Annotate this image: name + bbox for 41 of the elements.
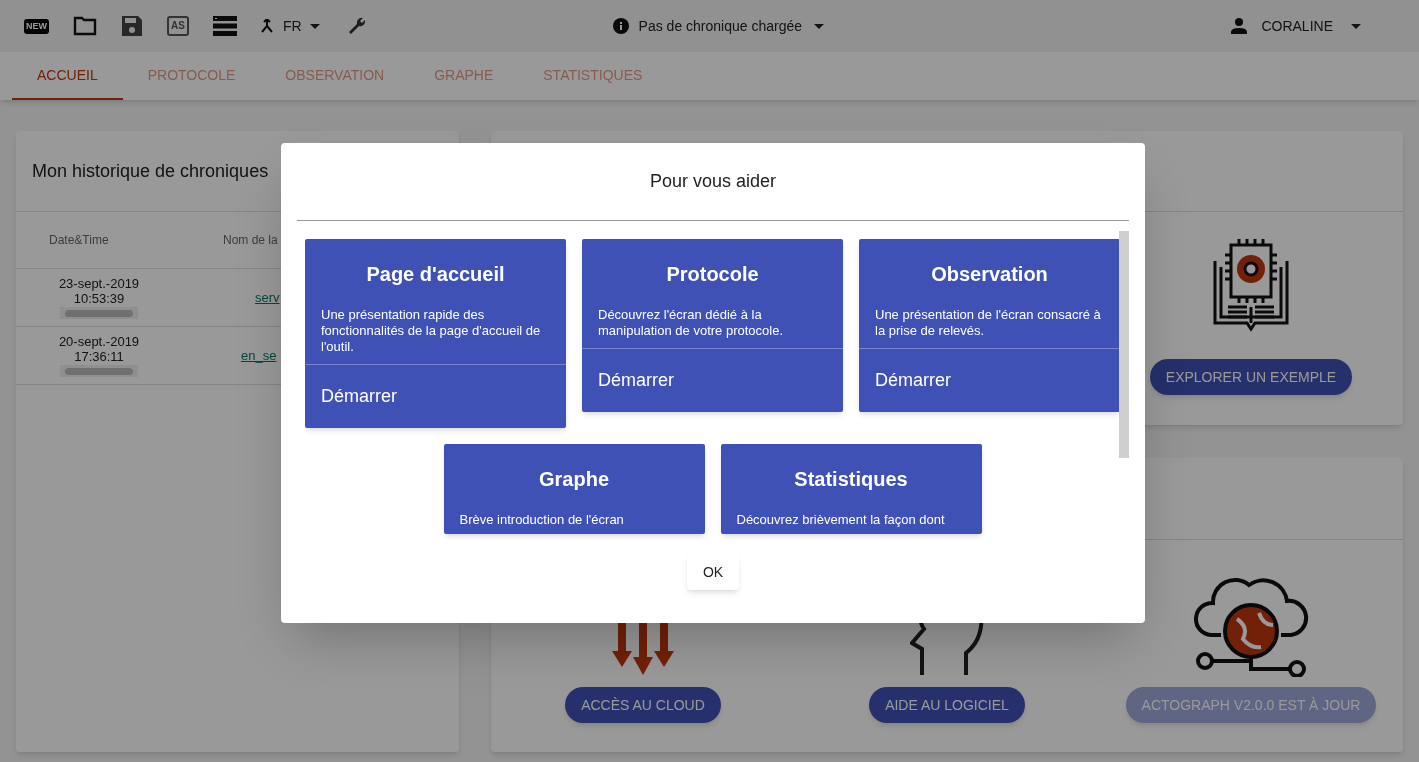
chronicle-dropdown[interactable]: Pas de chronique chargée bbox=[612, 15, 825, 37]
language-dropdown[interactable]: FR bbox=[282, 15, 320, 37]
caret-icon bbox=[1351, 23, 1361, 29]
caret-icon bbox=[814, 23, 825, 29]
action-button[interactable]: ACCÈS AU CLOUD bbox=[565, 687, 721, 723]
help-card-description: Découvrez brièvement la façon dont bbox=[735, 512, 946, 529]
user-menu[interactable]: CORALINE bbox=[1231, 15, 1361, 37]
time-cell: 17:36:11 bbox=[74, 349, 124, 364]
save-icon[interactable] bbox=[121, 15, 143, 37]
help-card-description: Une présentation rapide des fonctionnalités de la page d'accueil de l'outil. bbox=[320, 307, 542, 356]
chronicle-link[interactable]: en_se bbox=[241, 345, 277, 366]
date-cell: 23-sept.-2019 bbox=[58, 276, 140, 291]
help-card-description: Découvrez l'écran dédié à la manipulation de votre protocole. bbox=[597, 307, 784, 340]
help-card-title: Observation bbox=[930, 262, 1049, 287]
merge-icon[interactable] bbox=[260, 19, 273, 33]
tab[interactable]: ACCUEIL bbox=[12, 52, 123, 100]
help-card-description: Brève introduction de l'écran bbox=[458, 512, 625, 529]
chronicle-link[interactable]: serv bbox=[255, 287, 280, 308]
start-button[interactable]: Démarrer bbox=[582, 348, 843, 412]
help-card-title: Statistiques bbox=[793, 467, 909, 492]
ok-button[interactable]: OK bbox=[686, 554, 740, 590]
save-as-icon[interactable]: AS bbox=[167, 16, 189, 36]
column-header: Date&Time bbox=[49, 232, 110, 249]
column-header: Nom de la bbox=[223, 232, 278, 249]
help-card-title: Page d'accueil bbox=[365, 262, 506, 287]
date-cell: 20-sept.-2019 bbox=[58, 334, 140, 349]
new-icon[interactable]: NEW bbox=[24, 18, 49, 34]
time-cell: 10:53:39 bbox=[73, 291, 125, 306]
help-card-title: Protocole bbox=[665, 262, 760, 287]
list-icon[interactable] bbox=[212, 16, 237, 36]
action-button[interactable]: EXPLORER UN EXEMPLE bbox=[1149, 359, 1353, 395]
person-icon bbox=[1231, 18, 1248, 34]
action-button[interactable]: AIDE AU LOGICIEL bbox=[869, 687, 1025, 723]
caret-icon bbox=[309, 23, 320, 29]
dialog-title: Pour vous aider bbox=[649, 170, 777, 193]
help-card-title: Graphe bbox=[538, 467, 610, 492]
help-card-description: Une présentation de l'écran consacré à la prise de relevés. bbox=[874, 307, 1102, 340]
folder-icon[interactable] bbox=[73, 16, 97, 36]
card-title: Mon historique de chroniques bbox=[32, 159, 269, 183]
info-icon bbox=[612, 18, 629, 34]
start-button[interactable]: Démarrer bbox=[305, 364, 566, 428]
